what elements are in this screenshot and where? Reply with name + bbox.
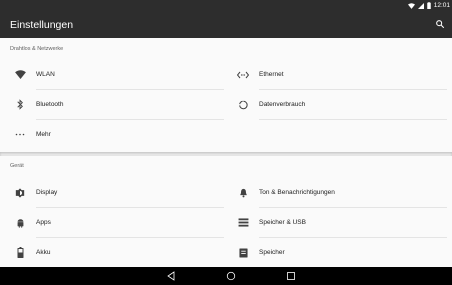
section-header: Gerät bbox=[10, 163, 24, 169]
settings-item-label: Akku bbox=[36, 249, 51, 256]
page-title: Einstellungen bbox=[10, 19, 74, 31]
back-icon[interactable] bbox=[166, 271, 176, 281]
recents-icon[interactable] bbox=[286, 271, 296, 281]
bell-icon bbox=[237, 187, 249, 199]
settings-item-label: Datenverbrauch bbox=[259, 101, 306, 108]
settings-item-more[interactable]: Mehr bbox=[6, 120, 224, 149]
settings-item-label: Display bbox=[36, 189, 58, 196]
home-icon[interactable] bbox=[226, 271, 236, 281]
settings-item-label: Ton & Benachrichtigungen bbox=[259, 189, 335, 196]
wifi-icon bbox=[14, 69, 26, 81]
settings-item-display[interactable]: Display bbox=[6, 178, 224, 207]
settings-item-bluetooth[interactable]: Bluetooth bbox=[6, 90, 224, 119]
section-header: Drahtlos & Netzwerke bbox=[10, 46, 64, 52]
section-device: Gerät Display Ton & Benachrichtigungen A… bbox=[0, 156, 452, 267]
settings-item-memory[interactable]: Speicher bbox=[229, 238, 447, 267]
data-usage-icon bbox=[237, 99, 249, 111]
signal-icon bbox=[417, 2, 424, 9]
settings-item-label: Mehr bbox=[36, 131, 51, 138]
storage-icon bbox=[237, 217, 249, 229]
settings-item-sound[interactable]: Ton & Benachrichtigungen bbox=[229, 178, 447, 207]
settings-item-ethernet[interactable]: Ethernet bbox=[229, 60, 447, 89]
navigation-bar bbox=[0, 267, 452, 285]
wifi-icon bbox=[407, 2, 415, 9]
settings-item-wlan[interactable]: WLAN bbox=[6, 60, 224, 89]
display-icon bbox=[14, 187, 26, 199]
settings-item-label: Bluetooth bbox=[36, 101, 64, 108]
divider bbox=[259, 119, 447, 120]
settings-item-data-usage[interactable]: Datenverbrauch bbox=[229, 90, 447, 119]
section-wireless-networks: Drahtlos & Netzwerke WLAN Ethernet Bluet… bbox=[0, 38, 452, 152]
settings-item-label: WLAN bbox=[36, 71, 55, 78]
ethernet-icon bbox=[237, 69, 249, 81]
settings-item-label: Apps bbox=[36, 219, 51, 226]
settings-item-apps[interactable]: Apps bbox=[6, 208, 224, 237]
settings-item-label: Speicher & USB bbox=[259, 219, 306, 226]
settings-item-label: Ethernet bbox=[259, 71, 284, 78]
battery-icon bbox=[426, 2, 431, 9]
status-bar: 12:01 bbox=[0, 0, 452, 11]
settings-item-battery[interactable]: Akku bbox=[6, 238, 224, 267]
memory-icon bbox=[237, 247, 249, 259]
settings-item-storage-usb[interactable]: Speicher & USB bbox=[229, 208, 447, 237]
app-bar: Einstellungen bbox=[0, 11, 452, 38]
battery-icon bbox=[14, 247, 26, 259]
status-time: 12:01 bbox=[433, 2, 450, 9]
bluetooth-icon bbox=[14, 99, 26, 111]
settings-item-label: Speicher bbox=[259, 249, 285, 256]
more-icon bbox=[14, 129, 26, 141]
android-icon bbox=[14, 217, 26, 229]
search-icon[interactable] bbox=[435, 19, 445, 29]
